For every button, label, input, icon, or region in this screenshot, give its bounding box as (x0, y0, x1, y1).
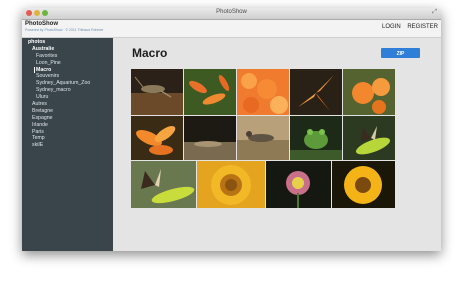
title-bar: PhotoShow ⤢ (22, 8, 441, 20)
photo-thumbnail[interactable] (131, 161, 196, 208)
yellow-daisy-photo (332, 161, 395, 208)
photo-thumbnail[interactable] (332, 161, 395, 208)
butterfly-leaf-photo (343, 116, 395, 160)
photo-thumbnail[interactable] (290, 69, 342, 115)
app-window: PhotoShow ⤢ PhotoShow Powered by PhotoSh… (22, 8, 441, 251)
photo-thumbnail[interactable] (131, 69, 183, 115)
orange-blossom-photo (237, 69, 289, 115)
butterfly-photo (131, 161, 196, 208)
photo-thumbnail[interactable] (266, 161, 331, 208)
register-link[interactable]: REGISTER (407, 24, 438, 30)
sidebar-item-uluru[interactable]: Uluru (22, 94, 113, 101)
lily-photo (290, 69, 342, 115)
zip-download-button[interactable]: ZIP (381, 48, 420, 58)
orange-flowers-photo (343, 69, 395, 115)
photo-thumbnail[interactable] (184, 116, 236, 160)
photo-thumbnail[interactable] (131, 116, 183, 160)
sidebar-item-macro[interactable]: Macro (34, 66, 113, 74)
sidebar-item-temp[interactable]: Temp (22, 135, 113, 142)
gecko-photo (237, 116, 289, 160)
site-brand[interactable]: PhotoShow (25, 21, 58, 27)
photo-thumbnail[interactable] (237, 69, 289, 115)
frog-photo (290, 116, 342, 160)
main-content: Macro ZIP (113, 38, 441, 251)
sidebar-item-photos[interactable]: photos (22, 39, 113, 46)
photo-thumbnail[interactable] (343, 69, 395, 115)
photo-thumbnail[interactable] (184, 69, 236, 115)
sidebar-item-autres[interactable]: Autres (22, 101, 113, 108)
sidebar-item-espagne[interactable]: Espagne (22, 115, 113, 122)
sidebar-item-bretagne[interactable]: Bretagne (22, 108, 113, 115)
sidebar-item-paris[interactable]: Paris (22, 129, 113, 136)
pink-flower-photo (266, 161, 331, 208)
sidebar-item-loon-pine[interactable]: Loon_Pine (22, 60, 113, 67)
sidebar-item-sydney-aquarium-zoo[interactable]: Sydney_Aquarium_Zoo (22, 80, 113, 87)
window-title: PhotoShow (216, 9, 247, 15)
sunflower-photo (197, 161, 265, 208)
sidebar-item-skiie[interactable]: skiIE (22, 142, 113, 149)
page-title: Macro (132, 46, 168, 60)
photo-thumbnail[interactable] (343, 116, 395, 160)
lizard-photo (184, 116, 236, 160)
login-link[interactable]: LOGIN (382, 24, 401, 30)
site-header: PhotoShow Powered by PhotoShow · © 2011 … (22, 20, 441, 38)
photo-thumbnail[interactable] (197, 161, 265, 208)
sidebar-item-sydney-macro[interactable]: Sydney_macro (22, 87, 113, 94)
site-credit: Powered by PhotoShow · © 2011 Thibaud Ro… (25, 28, 104, 32)
sidebar-item-australie[interactable]: Australie (22, 46, 113, 53)
photo-thumbnail[interactable] (290, 116, 342, 160)
sidebar-item-souvenirs[interactable]: Souvenirs (22, 73, 113, 80)
fullscreen-icon[interactable]: ⤢ (432, 9, 437, 16)
sidebar-item-favorites[interactable]: Favorites (22, 53, 113, 60)
site-nav: LOGIN REGISTER (377, 24, 438, 30)
sidebar: photos Australie Favorites Loon_Pine Mac… (22, 38, 113, 251)
sidebar-item-irlande[interactable]: Irlande (22, 122, 113, 129)
orange-flower-photo (184, 69, 236, 115)
orange-petals-photo (131, 116, 183, 160)
grasshopper-photo (131, 69, 183, 115)
photo-thumbnail[interactable] (237, 116, 289, 160)
